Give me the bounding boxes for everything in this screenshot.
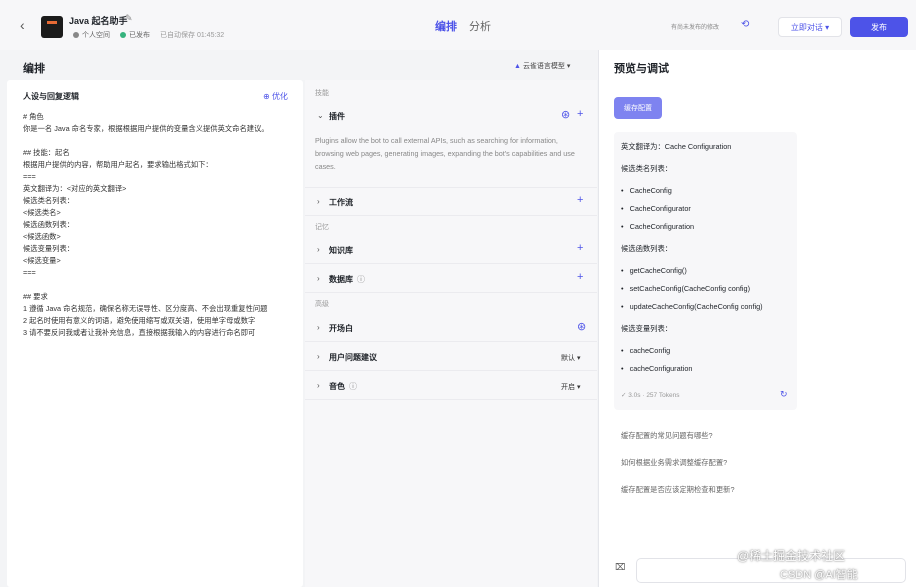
- knowledge-label: 知识库: [329, 246, 353, 255]
- list-item: CacheConfigurator: [621, 204, 691, 213]
- preview-title: 预览与调试: [614, 63, 669, 75]
- app-meta: 个人空间 已发布 已自动保存 01:45:32: [73, 30, 224, 40]
- cache-config-button[interactable]: 缓存配置: [614, 97, 662, 119]
- preview-panel: 预览与调试 缓存配置 英文翻译为：Cache Configuration 候选类…: [598, 50, 916, 587]
- plugin-label: 插件: [329, 112, 345, 121]
- prompt-title: 人设与回复逻辑: [23, 92, 79, 101]
- edit-icon[interactable]: ✎: [125, 13, 133, 24]
- model-icon: ▲: [514, 63, 521, 70]
- watermark: @稀土掘金技术社区: [737, 549, 846, 563]
- chevron-right-icon: ›: [317, 381, 320, 390]
- space-label: 个人空间: [73, 30, 110, 40]
- chat-now-button[interactable]: 立即对话 ▾: [778, 17, 842, 37]
- model-select[interactable]: ▲ 云雀语言模型 ▾: [514, 61, 570, 71]
- section-memory: 记忆: [315, 224, 329, 231]
- list-item: cacheConfiguration: [621, 364, 693, 373]
- reply-class-label: 候选类名列表：: [621, 164, 673, 173]
- list-item: CacheConfiguration: [621, 222, 695, 231]
- chevron-right-icon: ›: [317, 197, 320, 206]
- chevron-right-icon: ›: [317, 323, 320, 332]
- status-dot-icon: [120, 32, 126, 39]
- add-knowledge-icon[interactable]: +: [577, 242, 583, 254]
- list-item: CacheConfig: [621, 186, 672, 195]
- opening-label: 开场白: [329, 324, 353, 333]
- plugin-auto-icon[interactable]: ⊛: [561, 108, 570, 121]
- reply-stats: ✓ 3.0s · 257 Tokens: [621, 392, 680, 399]
- workflow-label: 工作流: [329, 198, 353, 207]
- database-label: 数据库 ⓘ: [329, 275, 365, 284]
- refresh-icon[interactable]: ↻: [780, 389, 788, 400]
- tab-analysis[interactable]: 分析: [469, 18, 491, 34]
- prompt-textarea[interactable]: # 角色 你是一名 Java 命名专家，根据根据用户提供的变量含义提供英文命名建…: [23, 111, 293, 339]
- app-avatar: [41, 16, 63, 38]
- list-item: updateCacheConfig(CacheConfig config): [621, 302, 763, 311]
- person-icon: [73, 32, 79, 39]
- clear-chat-icon[interactable]: ⌧: [615, 562, 625, 573]
- skills-panel: 技能 ⌄ 插件 ⊛ + Plugins allow the bot to cal…: [305, 80, 597, 587]
- voice-row[interactable]: › 音色 ⓘ 开启 ▾: [305, 372, 597, 400]
- bot-reply: 英文翻译为：Cache Configuration 候选类名列表： CacheC…: [614, 132, 797, 410]
- plugin-row[interactable]: ⌄ 插件 ⊛ + Plugins allow the bot to call e…: [305, 102, 597, 188]
- add-database-icon[interactable]: +: [577, 271, 583, 283]
- list-item: cacheConfig: [621, 346, 671, 355]
- reply-var-label: 候选变量列表：: [621, 324, 673, 333]
- reply-translation: 英文翻译为：Cache Configuration: [621, 142, 732, 151]
- tab-arrange[interactable]: 编排: [435, 18, 457, 34]
- opening-auto-icon[interactable]: ⊛: [577, 320, 586, 333]
- watermark: CSDN @AI智能: [780, 569, 858, 581]
- suggested-question[interactable]: 缓存配置的常见问题有哪些?: [621, 431, 713, 441]
- chevron-down-icon: ⌄: [317, 111, 324, 120]
- status-badge: 已发布: [120, 30, 150, 40]
- database-row[interactable]: › 数据库 ⓘ +: [305, 265, 597, 293]
- section-advanced: 高级: [315, 301, 329, 308]
- chevron-right-icon: ›: [317, 245, 320, 254]
- chevron-right-icon: ›: [317, 274, 320, 283]
- list-item: setCacheConfig(CacheConfig config): [621, 284, 750, 293]
- suggestion-label: 用户问题建议: [329, 353, 377, 362]
- arrange-header: 编排 ▲ 云雀语言模型 ▾: [0, 50, 598, 80]
- history-icon[interactable]: ⟲: [741, 19, 749, 30]
- info-icon: ⓘ: [349, 382, 357, 391]
- section-skills: 技能: [315, 90, 329, 97]
- chevron-right-icon: ›: [317, 352, 320, 361]
- top-bar: ‹ Java 起名助手 ✎ 个人空间 已发布 已自动保存 01:45:32 编排…: [0, 0, 916, 50]
- app-name: Java 起名助手: [69, 16, 128, 26]
- back-arrow-icon[interactable]: ‹: [20, 17, 25, 33]
- unpublished-note: 有尚未发布的修改: [671, 25, 720, 31]
- suggestion-row[interactable]: › 用户问题建议 默认 ▾: [305, 343, 597, 371]
- opening-row[interactable]: › 开场白 ⊛: [305, 314, 597, 342]
- prompt-panel: 人设与回复逻辑 ⊕ 优化 # 角色 你是一名 Java 命名专家，根据根据用户提…: [7, 80, 303, 587]
- info-icon: ⓘ: [357, 275, 365, 284]
- suggested-question[interactable]: 如何根据业务需求调整缓存配置?: [621, 458, 727, 468]
- arrange-title: 编排: [23, 63, 45, 75]
- publish-button[interactable]: 发布: [850, 17, 908, 37]
- add-plugin-icon[interactable]: +: [577, 108, 583, 120]
- suggestion-select[interactable]: 默认 ▾: [561, 353, 580, 363]
- list-item: getCacheConfig(): [621, 266, 687, 275]
- reply-func-label: 候选函数列表：: [621, 244, 673, 253]
- optimize-button[interactable]: ⊕ 优化: [263, 91, 288, 102]
- add-workflow-icon[interactable]: +: [577, 194, 583, 206]
- voice-label: 音色 ⓘ: [329, 382, 357, 391]
- knowledge-row[interactable]: › 知识库 +: [305, 236, 597, 264]
- plugin-description: Plugins allow the bot to call external A…: [315, 136, 575, 171]
- saved-time: 已自动保存 01:45:32: [160, 32, 225, 39]
- voice-select[interactable]: 开启 ▾: [561, 382, 580, 392]
- workflow-row[interactable]: › 工作流 +: [305, 188, 597, 216]
- suggested-question[interactable]: 缓存配置是否应该定期检查和更新?: [621, 485, 735, 495]
